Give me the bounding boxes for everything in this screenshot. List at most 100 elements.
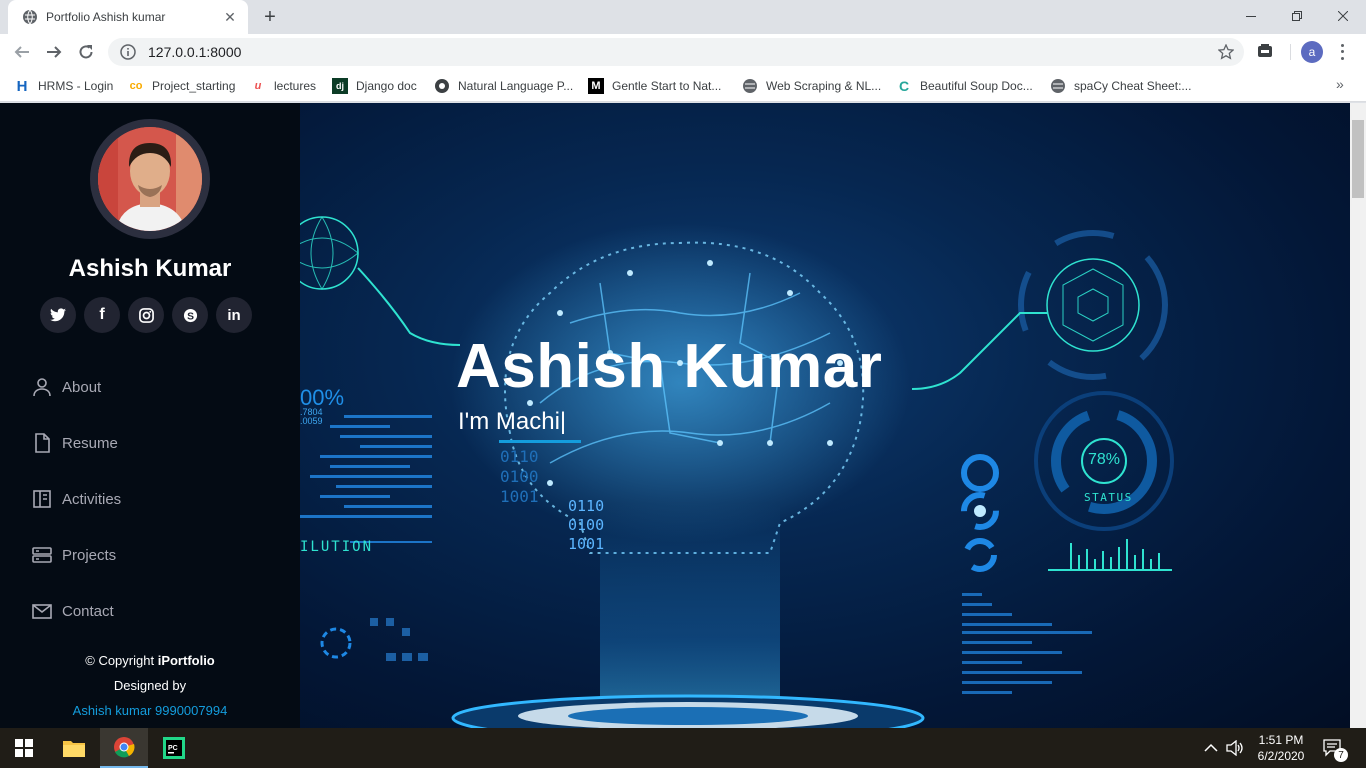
bookmarks-overflow-button[interactable]: » — [1336, 76, 1344, 92]
clock-time: 1:51 PM — [1258, 733, 1304, 747]
hud-binary-1: 0110 — [500, 447, 539, 466]
hud-binary-3: 1001 — [500, 487, 539, 506]
file-explorer-button[interactable] — [50, 728, 98, 768]
pycharm-taskbar-button[interactable]: PC — [150, 728, 198, 768]
hud-binary-2: 0100 — [500, 467, 539, 486]
toolbar-divider — [1290, 44, 1291, 60]
nav-activities-label: Activities — [62, 490, 122, 508]
notification-count: 7 — [1334, 748, 1348, 762]
bookmark-gentle-start[interactable]: M Gentle Start to Nat... — [588, 76, 721, 96]
url-text[interactable]: 127.0.0.1:8000 — [148, 44, 241, 60]
scrollbar-thumb[interactable] — [1352, 120, 1364, 198]
close-tab-icon[interactable]: ✕ — [222, 9, 238, 25]
action-center-button[interactable]: 7 — [1322, 728, 1348, 768]
skype-icon: S — [183, 308, 197, 322]
hud-binary-4: 0110 — [568, 497, 605, 515]
globe-icon — [743, 79, 757, 93]
chrome-menu-button[interactable] — [1336, 42, 1348, 62]
chevron-up-icon — [1204, 743, 1218, 752]
new-tab-button[interactable]: + — [258, 6, 282, 28]
page-viewport: Ashish Kumar f S in About Resume Activit… — [0, 103, 1350, 728]
nav-resume[interactable]: Resume — [30, 429, 270, 457]
nav-activities[interactable]: Activities — [30, 485, 270, 513]
start-button[interactable] — [0, 728, 48, 768]
linkedin-icon: in — [227, 306, 241, 324]
extension-icon[interactable] — [1256, 42, 1274, 60]
forward-button[interactable] — [40, 38, 68, 66]
file-icon — [30, 431, 54, 455]
sidebar-footer: © Copyright iPortfolio Designed by Ashis… — [0, 651, 300, 720]
crummy-icon: C — [898, 78, 910, 94]
sidebar-name: Ashish Kumar — [68, 255, 232, 282]
arrow-right-icon — [47, 46, 62, 58]
bookmark-star-icon[interactable] — [1218, 44, 1234, 60]
copyright: © Copyright iPortfolio — [85, 653, 215, 668]
instagram-icon — [138, 307, 154, 323]
nav-about[interactable]: About — [30, 373, 270, 401]
minimize-button[interactable] — [1228, 0, 1274, 32]
designer-credit-link[interactable]: Ashish kumar 9990007994 — [0, 701, 300, 720]
tab-strip: Portfolio Ashish kumar ✕ + — [0, 0, 1366, 34]
nav-about-label: About — [62, 378, 102, 396]
bookmark-project-starting[interactable]: co Project_starting — [128, 76, 236, 96]
twitter-icon — [50, 308, 66, 322]
user-icon — [30, 375, 54, 399]
hrms-icon: H — [16, 77, 28, 95]
brand-name: iPortfolio — [157, 653, 215, 668]
arrow-left-icon — [14, 46, 29, 58]
folder-icon — [63, 741, 85, 757]
sidebar: Ashish Kumar f S in About Resume Activit… — [0, 103, 300, 728]
browser-tab[interactable]: Portfolio Ashish kumar ✕ — [8, 0, 248, 34]
bookmark-natural-language[interactable]: Natural Language P... — [434, 76, 573, 96]
globe-icon — [23, 9, 37, 25]
bookmark-lectures[interactable]: u lectures — [250, 76, 316, 96]
chrome-icon — [114, 737, 135, 758]
chrome-taskbar-button[interactable] — [100, 728, 148, 768]
bookmark-web-scraping[interactable]: Web Scraping & NL... — [742, 76, 881, 96]
hero-title: Ashish Kumar — [456, 332, 883, 401]
facebook-button[interactable]: f — [84, 297, 120, 333]
system-clock[interactable]: 1:51 PM 6/2/2020 — [1248, 732, 1314, 764]
nav-projects[interactable]: Projects — [30, 541, 270, 569]
bookmark-hrms[interactable]: H HRMS - Login — [14, 76, 114, 96]
globe-icon — [1051, 79, 1065, 93]
profile-avatar[interactable]: a — [1301, 41, 1323, 63]
typed-underline — [499, 440, 581, 443]
nav-contact[interactable]: Contact — [30, 597, 270, 625]
tray-overflow-button[interactable] — [1204, 728, 1218, 768]
bookmark-spacy[interactable]: spaCy Cheat Sheet:... — [1050, 76, 1191, 96]
skype-button[interactable]: S — [172, 297, 208, 333]
facebook-icon: f — [99, 306, 105, 323]
profile-photo — [90, 119, 210, 239]
nav-projects-label: Projects — [62, 546, 117, 564]
svg-text:S: S — [187, 311, 194, 322]
svg-text:PC: PC — [168, 745, 178, 752]
bookmark-django-doc[interactable]: dj Django doc — [332, 76, 417, 96]
address-bar[interactable]: 127.0.0.1:8000 — [108, 38, 1244, 66]
hero-section: 00% .7804 .0059 ILUTION 0110 0100 1001 0… — [300, 103, 1350, 728]
medium-icon: M — [588, 78, 604, 94]
bookmark-beautiful-soup[interactable]: C Beautiful Soup Doc... — [896, 76, 1033, 96]
reload-button[interactable] — [72, 38, 100, 66]
instagram-button[interactable] — [128, 297, 164, 333]
hud-small-2: .0059 — [300, 416, 323, 426]
speaker-icon — [1226, 740, 1243, 756]
volume-button[interactable] — [1226, 728, 1244, 768]
linkedin-button[interactable]: in — [216, 297, 252, 333]
social-links: f S in — [40, 297, 252, 333]
hud-binary-6: 1001 — [568, 535, 605, 553]
nav-contact-label: Contact — [62, 602, 114, 620]
pycharm-icon: PC — [163, 737, 185, 759]
browser-toolbar: 127.0.0.1:8000 — [0, 34, 1366, 70]
nav-resume-label: Resume — [62, 434, 118, 452]
bookmarks-bar: H HRMS - Login co Project_starting u lec… — [0, 70, 1366, 102]
clock-date: 6/2/2020 — [1257, 749, 1305, 763]
twitter-button[interactable] — [40, 297, 76, 333]
close-window-button[interactable] — [1320, 0, 1366, 32]
hud-status-label: STATUS — [1084, 491, 1133, 504]
info-icon[interactable] — [120, 44, 136, 60]
back-button[interactable] — [8, 38, 36, 66]
maximize-button[interactable] — [1274, 0, 1320, 32]
hud-status-value: 78% — [1088, 451, 1121, 468]
envelope-icon — [30, 599, 54, 623]
